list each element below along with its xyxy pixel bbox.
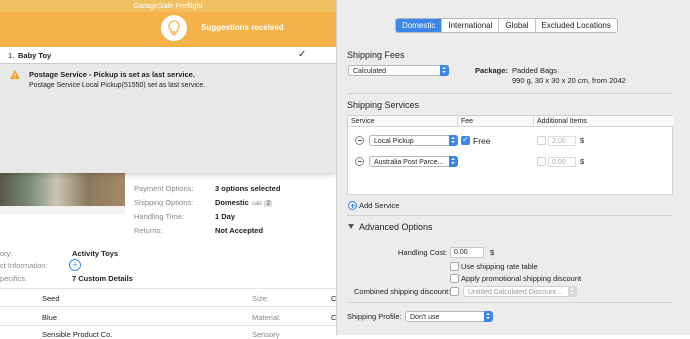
chevron-updown-icon <box>440 65 449 76</box>
disclosure-triangle-icon[interactable] <box>348 224 354 229</box>
returns-value: Not Accepted <box>215 226 264 235</box>
apply-promo-label: Apply promotional shipping discount <box>461 274 582 283</box>
divider <box>0 306 336 307</box>
chevron-updown-icon <box>449 156 458 167</box>
additional-fee-field[interactable]: 0.00 <box>548 157 576 167</box>
service-value: Australia Post Parce... <box>374 159 444 166</box>
warning-icon <box>10 70 20 79</box>
payment-options-label: Payment Options: <box>134 184 194 193</box>
shipping-profile-select[interactable]: Don't use <box>405 311 493 322</box>
handling-time-value: 1 Day <box>215 212 236 221</box>
tab-international[interactable]: International <box>442 19 500 32</box>
combined-discount-select[interactable]: Untitled Calculated Discount... <box>463 286 577 297</box>
additional-checkbox[interactable] <box>537 136 546 145</box>
divider <box>0 325 336 326</box>
shipping-fees-title: Shipping Fees <box>347 50 405 60</box>
payment-options-row: Payment Options: <box>134 184 194 193</box>
package-value: Padded Bags 990 g, 30 x 30 x 20 cm, from… <box>512 66 626 86</box>
add-service-button[interactable]: Add Service <box>359 201 399 210</box>
specific-cell: Blue <box>42 313 58 322</box>
add-service-icon[interactable] <box>348 201 357 210</box>
item-specifics-value: 7 Custom Details <box>72 274 133 283</box>
specific-cell: Seed <box>42 294 60 303</box>
specific-cell: Material: <box>252 313 281 322</box>
item-specifics-label: pecifics: <box>0 274 28 283</box>
fee-type-select[interactable]: Calculated <box>348 65 449 76</box>
tab-excluded-locations[interactable]: Excluded Locations <box>536 19 617 32</box>
product-photo <box>0 172 125 206</box>
additional-fee-field[interactable]: 2.00 <box>548 136 576 146</box>
divider <box>347 302 673 303</box>
use-rate-table-label: Use shipping rate table <box>461 262 538 271</box>
divider <box>347 93 673 94</box>
category-label: ory: <box>0 249 13 258</box>
handling-time-label: Handling Time: <box>134 212 185 221</box>
category-value: Activity Toys <box>72 249 119 258</box>
package-dimensions: 990 g, 30 x 30 x 20 cm, from 2042 <box>512 76 626 85</box>
warning-title: Postage Service - Pickup is set as last … <box>29 70 195 79</box>
additional-checkbox[interactable] <box>537 157 546 166</box>
shipping-options-label: Shipping Options: <box>134 198 194 207</box>
shipping-settings-pane: Domestic International Global Excluded L… <box>336 0 690 335</box>
tab-global[interactable]: Global <box>499 19 536 32</box>
dialog-title: GarageSale Preflight <box>0 0 336 12</box>
returns-label: Returns: <box>134 226 163 235</box>
remove-service-button[interactable] <box>355 136 364 145</box>
service-select[interactable]: Local Pickup <box>369 135 458 146</box>
chevron-updown-icon <box>484 311 493 322</box>
shipping-services-title: Shipping Services <box>347 100 420 110</box>
warning-panel: Postage Service - Pickup is set as last … <box>0 63 336 173</box>
combined-discount-label: Combined shipping discount: <box>354 287 451 296</box>
fee-type-value: Calculated <box>353 68 387 75</box>
region-tabs: Domestic International Global Excluded L… <box>395 18 618 33</box>
payment-options-value: 3 options selected <box>215 184 281 193</box>
handling-cost-label: Handling Cost: <box>398 248 448 257</box>
currency-symbol: $ <box>490 248 495 257</box>
divider <box>0 288 336 289</box>
package-type: Padded Bags <box>512 66 558 75</box>
column-header-fee: Fee <box>458 116 534 127</box>
advanced-options-title[interactable]: Advanced Options <box>359 222 433 232</box>
add-product-info-button[interactable]: + <box>69 259 81 271</box>
specific-cell: Size: <box>252 294 269 303</box>
combined-discount-checkbox[interactable] <box>450 287 459 296</box>
shipping-options-value: Domestic <box>215 198 249 207</box>
suggestions-banner: Suggestions received <box>0 12 336 47</box>
service-count-badge: 2 <box>264 200 273 207</box>
warning-text: Postage Service Local Pickup(51550) set … <box>29 82 206 89</box>
product-info-label: ct Information: <box>0 261 48 270</box>
services-table: Service Fee Additional Items Local Picku… <box>347 115 674 195</box>
banner-text: Suggestions received <box>201 23 284 32</box>
column-header-additional: Additional Items <box>534 116 674 127</box>
service-value: Local Pickup <box>374 138 414 145</box>
product-photo-strip <box>0 206 125 214</box>
free-label: Free <box>473 136 491 146</box>
shipping-profile-label: Shipping Profile: <box>347 312 402 321</box>
item-name: Baby Toy <box>18 51 52 60</box>
preflight-dialog: GarageSale Preflight Suggestions receive… <box>0 0 336 173</box>
currency-symbol: $ <box>580 136 585 145</box>
list-item[interactable]: 1. Baby Toy ✓ <box>0 47 336 64</box>
column-header-service: Service <box>348 116 458 127</box>
use-rate-table-checkbox[interactable] <box>450 262 459 271</box>
remove-service-button[interactable] <box>355 157 364 166</box>
chevron-updown-icon <box>568 286 577 297</box>
item-number: 1. <box>8 51 15 60</box>
shipping-profile-value: Don't use <box>410 314 440 321</box>
tab-domestic[interactable]: Domestic <box>396 19 443 32</box>
free-checkbox[interactable] <box>461 135 470 145</box>
currency-symbol: $ <box>580 157 585 166</box>
chevron-updown-icon <box>449 135 458 146</box>
calc-label: calc <box>251 201 263 207</box>
service-select[interactable]: Australia Post Parce... <box>369 156 458 167</box>
shipping-options-value-group: Domestic calc 2 <box>215 198 273 207</box>
lightbulb-icon <box>161 15 187 41</box>
divider <box>347 215 673 216</box>
package-label: Package: <box>475 66 508 75</box>
combined-discount-value: Untitled Calculated Discount... <box>468 289 562 296</box>
apply-promo-checkbox[interactable] <box>450 274 459 283</box>
handling-cost-field[interactable]: 0.00 <box>450 247 484 258</box>
checkmark-icon: ✓ <box>298 49 307 60</box>
